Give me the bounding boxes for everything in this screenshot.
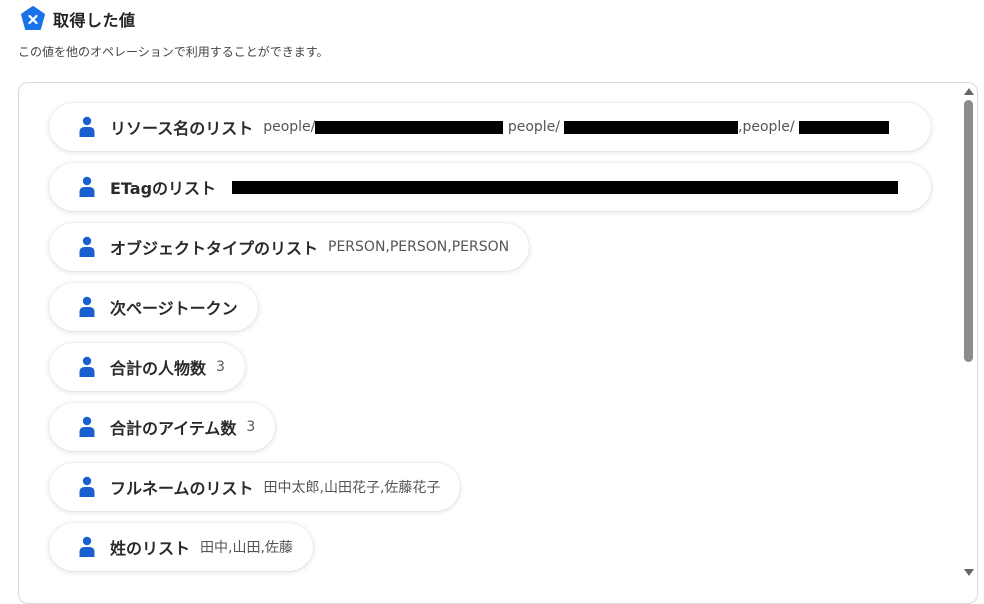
chip-label: オブジェクトタイプのリスト: [110, 239, 319, 258]
chip-label: 合計の人物数: [110, 359, 207, 378]
person-icon: [77, 116, 97, 138]
value-chip-etags[interactable]: ETagのリスト: [49, 163, 931, 211]
value-chip-total-items[interactable]: 合計のアイテム数 3: [49, 403, 276, 451]
value-text: people/: [263, 119, 316, 135]
chip-value: 3: [246, 419, 256, 435]
person-icon: [77, 236, 97, 258]
scroll-up-arrow-icon[interactable]: [964, 88, 974, 95]
person-icon: [77, 356, 97, 378]
value-chip-full-names[interactable]: フルネームのリスト 田中太郎,山田花子,佐藤花子: [49, 463, 461, 511]
redaction-bar: [315, 120, 504, 134]
redaction-bar: [564, 120, 738, 134]
value-chip-resource-names[interactable]: リソース名のリスト people/ people/ ,people/: [49, 103, 931, 151]
chip-value: 3: [216, 359, 225, 375]
person-icon: [77, 296, 97, 318]
value-chip-object-types[interactable]: オブジェクトタイプのリスト PERSON,PERSON,PERSON: [49, 223, 530, 271]
value-text: people/: [503, 119, 560, 135]
chip-label: ETagのリスト: [110, 179, 217, 198]
chip-label: リソース名のリスト: [110, 119, 254, 138]
value-chip-last-names[interactable]: 姓のリスト 田中,山田,佐藤: [49, 523, 313, 571]
chip-label: フルネームのリスト: [110, 479, 254, 498]
person-icon: [77, 476, 97, 498]
page-subtitle: この値を他のオペレーションで利用することができます。: [18, 45, 329, 59]
yoom-logo-icon: [20, 6, 46, 32]
person-icon: [77, 176, 97, 198]
chip-label: 合計のアイテム数: [110, 419, 237, 438]
chip-value: people/ people/ ,people/: [263, 119, 889, 135]
vertical-scrollbar[interactable]: [961, 83, 977, 603]
page-title: 取得した値: [53, 11, 136, 30]
person-icon: [77, 536, 97, 558]
chip-label: 姓のリスト: [110, 539, 191, 558]
chip-value: [226, 179, 899, 195]
redaction-bar: [798, 120, 889, 134]
values-panel: リソース名のリスト people/ people/ ,people/ ETagのリ…: [18, 82, 978, 604]
redaction-bar: [232, 180, 899, 194]
chip-value: PERSON,PERSON,PERSON: [328, 239, 510, 255]
header: 取得した値: [20, 6, 136, 32]
value-chip-total-people[interactable]: 合計の人物数 3: [49, 343, 245, 391]
scrollbar-thumb[interactable]: [964, 100, 973, 362]
value-chip-next-page-token[interactable]: 次ページトークン: [49, 283, 258, 331]
scroll-down-arrow-icon[interactable]: [964, 569, 974, 576]
chip-value: 田中,山田,佐藤: [200, 540, 293, 556]
chip-label: 次ページトークン: [110, 299, 238, 318]
person-icon: [77, 416, 97, 438]
value-text: ,people/: [738, 119, 795, 135]
chip-value: 田中太郎,山田花子,佐藤花子: [263, 480, 441, 496]
